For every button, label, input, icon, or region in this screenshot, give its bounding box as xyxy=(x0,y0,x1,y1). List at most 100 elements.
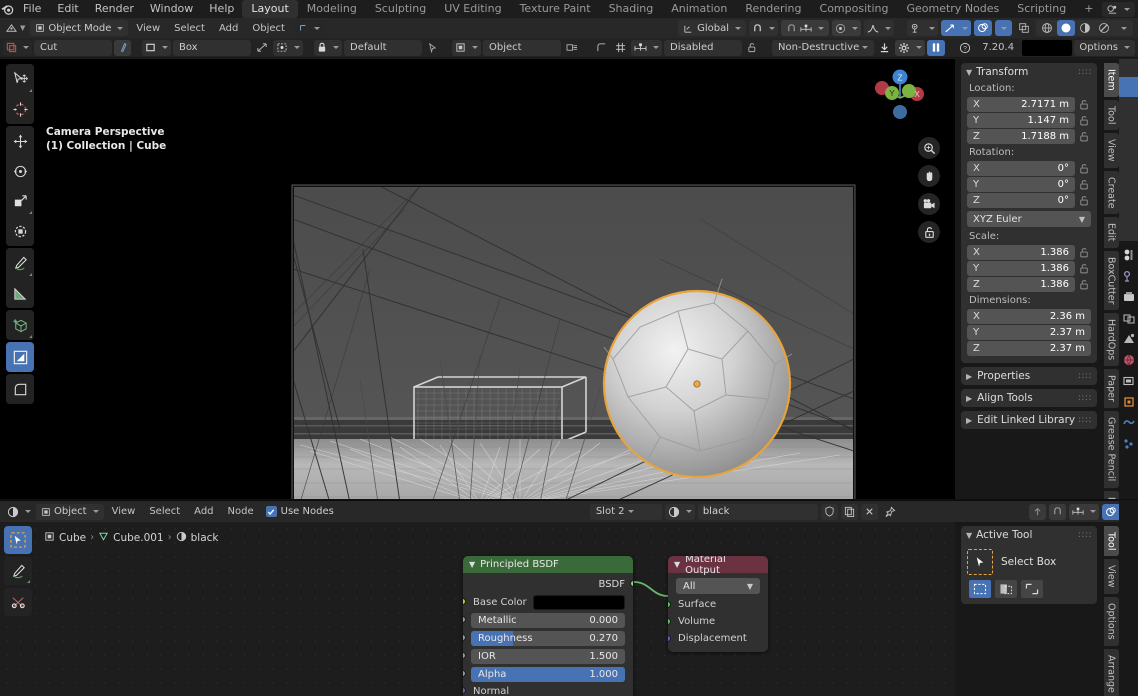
alpha-slider[interactable]: Alpha 1.000 xyxy=(471,666,625,682)
render-properties-icon[interactable] xyxy=(1121,268,1137,284)
socket-ior[interactable] xyxy=(463,652,466,659)
node-input-roughness[interactable]: Roughness 0.270 xyxy=(463,630,625,646)
help-question-icon[interactable]: ? xyxy=(956,40,974,56)
sidebar-tab-paper[interactable]: Paper xyxy=(1103,369,1119,409)
use-nodes-checkbox[interactable]: Use Nodes xyxy=(262,506,338,517)
snap-upload-icon[interactable] xyxy=(1029,503,1046,520)
shader-tool-annotate[interactable] xyxy=(4,557,32,585)
drag-dots-icon[interactable]: :::: xyxy=(1078,416,1092,425)
options-dropdown[interactable]: Options xyxy=(1074,39,1135,56)
menu-help[interactable]: Help xyxy=(201,0,242,18)
3d-viewport[interactable]: Camera Perspective (1) Collection | Cube… xyxy=(0,59,955,499)
lock-rotation-y-icon[interactable] xyxy=(1078,178,1091,191)
menu-edit[interactable]: Edit xyxy=(49,0,86,18)
target-object-icon[interactable] xyxy=(452,39,481,56)
scene-properties-icon[interactable] xyxy=(1121,331,1137,347)
node-principled-bsdf-header[interactable]: ▼ Principled BSDF xyxy=(463,556,633,573)
node-input-base-color[interactable]: Base Color xyxy=(463,594,625,610)
material-name-field[interactable]: black xyxy=(697,503,818,520)
scale-y-row[interactable]: Y 1.386 xyxy=(967,261,1091,276)
dimensions-x-row[interactable]: X 2.36 m xyxy=(967,309,1091,324)
tool-rotate[interactable] xyxy=(6,156,34,186)
workspace-tab-texture-paint[interactable]: Texture Paint xyxy=(511,0,600,18)
socket-normal[interactable] xyxy=(463,687,466,694)
particle-properties-icon[interactable] xyxy=(1121,436,1137,452)
zoom-icon[interactable] xyxy=(918,137,940,159)
lock-scale-z-icon[interactable] xyxy=(1078,278,1091,291)
shading-dropdown[interactable] xyxy=(1114,20,1131,36)
shader-editor-type-icon[interactable] xyxy=(4,503,34,520)
snap-magnet-icon[interactable] xyxy=(749,20,778,36)
xray-toggle[interactable] xyxy=(1015,20,1033,36)
sidebar-tab-create[interactable]: Create xyxy=(1103,170,1119,215)
center-pivot-icon[interactable] xyxy=(273,39,303,56)
dimensions-y-row[interactable]: Y 2.37 m xyxy=(967,325,1091,340)
tool-boxcutter[interactable] xyxy=(6,342,34,372)
sidebar-tab-edit[interactable]: Edit xyxy=(1103,217,1119,248)
apply-download-icon[interactable] xyxy=(876,40,893,56)
align-tools-panel-header[interactable]: ▶ Align Tools :::: xyxy=(961,389,1097,407)
object-properties-icon[interactable] xyxy=(1121,394,1137,410)
node-input-surface[interactable]: Surface xyxy=(668,597,760,612)
menu-file[interactable]: File xyxy=(15,0,49,18)
metallic-slider[interactable]: Metallic 0.000 xyxy=(471,612,625,628)
roughness-slider[interactable]: Roughness 0.270 xyxy=(471,630,625,646)
sidebar-tab-view[interactable]: View xyxy=(1103,133,1119,168)
unlock-icon[interactable] xyxy=(744,40,761,56)
select-extend-button[interactable] xyxy=(995,580,1017,598)
camera-icon[interactable] xyxy=(918,193,940,215)
breadcrumb-mesh-label[interactable]: Cube.001 xyxy=(113,532,164,544)
shader-tool-links-cut[interactable] xyxy=(4,588,32,616)
socket-metallic[interactable] xyxy=(463,616,466,623)
snap-options-dropdown[interactable] xyxy=(781,20,829,36)
workspace-tab-animation[interactable]: Animation xyxy=(662,0,736,18)
base-color-swatch[interactable] xyxy=(532,594,625,610)
tool-properties-icon[interactable] xyxy=(1121,247,1137,263)
workspace-tab-uv-editing[interactable]: UV Editing xyxy=(435,0,510,18)
socket-displacement[interactable] xyxy=(668,635,671,642)
socket-alpha[interactable] xyxy=(463,670,466,677)
shape-mode-field[interactable]: Box xyxy=(173,39,251,56)
visibility-selectability-icon[interactable] xyxy=(907,20,938,36)
world-properties-icon[interactable] xyxy=(1121,352,1137,368)
lock-rotation-z-icon[interactable] xyxy=(1078,194,1091,207)
node-material-output[interactable]: ▼ Material Output All ▼ Surface Volume D… xyxy=(668,556,768,652)
rotation-x-row[interactable]: X 0° xyxy=(967,161,1091,176)
breadcrumb-material-label[interactable]: black xyxy=(191,532,219,544)
wireframe-shading-button[interactable] xyxy=(1038,20,1056,36)
pause-toggle-icon[interactable] xyxy=(927,39,946,56)
shader-menu-view[interactable]: View xyxy=(106,506,142,517)
lock-scale-x-icon[interactable] xyxy=(1078,246,1091,259)
boxcutter-mode-icon[interactable] xyxy=(3,39,32,56)
material-preview-shading-button[interactable] xyxy=(1076,20,1094,36)
blender-logo-icon[interactable] xyxy=(0,0,15,18)
viewport-menu-add[interactable]: Add xyxy=(213,23,244,34)
drag-dots-icon[interactable]: :::: xyxy=(1078,372,1092,381)
pin-icon[interactable] xyxy=(881,504,899,520)
lock-location-x-icon[interactable] xyxy=(1078,98,1091,111)
lock-icon[interactable] xyxy=(314,39,342,56)
node-output-bsdf[interactable]: BSDF xyxy=(471,576,633,592)
output-properties-icon[interactable] xyxy=(1121,289,1137,305)
location-x-row[interactable]: X 2.7171 m xyxy=(967,97,1091,112)
behavior-field[interactable]: Default xyxy=(344,39,422,56)
navigation-gizmo[interactable]: Z Y X xyxy=(869,67,931,129)
solid-shading-button[interactable] xyxy=(1057,20,1075,36)
socket-bsdf-out[interactable] xyxy=(630,580,633,587)
tool-add-cube[interactable] xyxy=(6,310,34,340)
tool-cursor[interactable] xyxy=(6,94,34,124)
material-browse-icon[interactable] xyxy=(664,503,695,520)
tool-measure[interactable] xyxy=(6,278,34,308)
rendered-shading-button[interactable] xyxy=(1095,20,1113,36)
sidebar-tab-tool[interactable]: Tool xyxy=(1103,99,1119,131)
socket-surface[interactable] xyxy=(668,601,671,608)
tool-tweak[interactable] xyxy=(6,64,34,94)
scale-z-row[interactable]: Z 1.386 xyxy=(967,277,1091,292)
shader-sidebar-tab-tool[interactable]: Tool xyxy=(1103,526,1119,557)
editor-type-icon[interactable]: ▼ xyxy=(3,20,29,36)
scale-x-row[interactable]: X 1.386 xyxy=(967,245,1091,260)
lock-location-z-icon[interactable] xyxy=(1078,130,1091,143)
workspace-tab-shading[interactable]: Shading xyxy=(600,0,663,18)
shader-sidebar-tab-arrange[interactable]: Arrange xyxy=(1103,648,1119,696)
tool-bevel[interactable] xyxy=(6,374,34,404)
